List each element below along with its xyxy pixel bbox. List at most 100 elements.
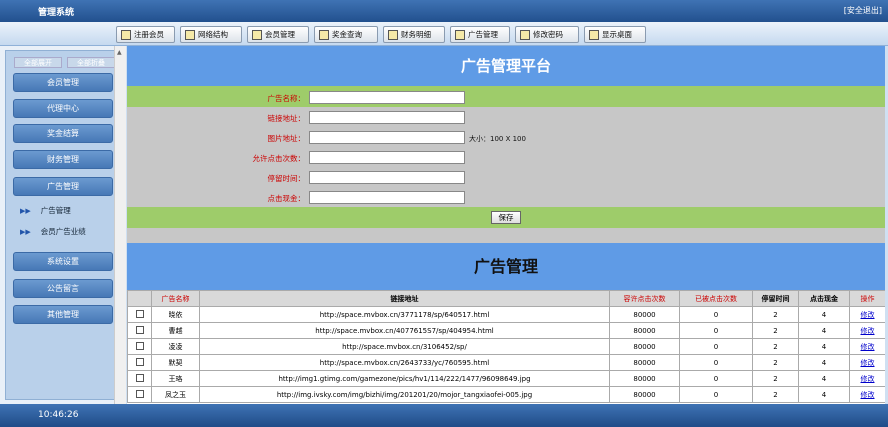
- main-panel: 广告管理平台 广告名称： 链接地址： 图片地址： 大小：100 X 100 允许…: [127, 46, 885, 404]
- sidebar-item-other[interactable]: 其他管理: [13, 305, 113, 324]
- cell-allowed: 80000: [609, 306, 680, 323]
- double-arrow-icon: ▶▶: [20, 228, 31, 236]
- bonus-query-button[interactable]: 奖金查询: [314, 26, 378, 43]
- edit-link[interactable]: 修改: [861, 391, 875, 399]
- ad-icon: [455, 29, 465, 40]
- cell-clicked: 0: [679, 354, 753, 371]
- logout-link[interactable]: [安全退出]: [844, 5, 882, 16]
- column-header-allowed: 容许点击次数: [609, 290, 680, 307]
- cell-cash: 4: [798, 354, 850, 371]
- ad-name-input[interactable]: [309, 91, 465, 104]
- cell-cash: 4: [798, 370, 850, 387]
- cell-cash: 4: [798, 322, 850, 339]
- cell-stay: 2: [752, 354, 799, 371]
- app-title: 管理系统: [38, 8, 75, 18]
- column-header-action: 操作: [849, 290, 885, 307]
- edit-link[interactable]: 修改: [861, 343, 875, 351]
- member-icon: [252, 29, 262, 40]
- cell-allowed: 80000: [609, 370, 680, 387]
- cell-clicked: 0: [679, 322, 753, 339]
- form-spacer: [127, 228, 885, 243]
- row-checkbox[interactable]: [135, 357, 144, 366]
- change-password-button[interactable]: 修改密码: [515, 26, 579, 43]
- cell-clicked: 0: [679, 386, 753, 403]
- cell-name: 默契: [151, 354, 200, 371]
- edit-link[interactable]: 修改: [861, 359, 875, 367]
- sidebar-item-ad[interactable]: 广告管理: [13, 177, 113, 196]
- sidebar-panel: 全部展开 全部折叠 会员管理 代理中心 奖金结算 财务管理 广告管理 ▶▶ 广告管…: [5, 50, 117, 400]
- image-url-input[interactable]: [309, 131, 465, 144]
- image-size-note: 大小：100 X 100: [469, 135, 526, 143]
- click-cash-input[interactable]: [309, 191, 465, 204]
- cell-url: http://space.mvbox.cn/3771178/sp/640517.…: [199, 306, 610, 323]
- table-row: 凌凌 http://space.mvbox.cn/3106452/sp/ 800…: [127, 338, 885, 355]
- cell-url: http://img1.gtimg.com/gamezone/pics/hv1/…: [199, 370, 610, 387]
- image-url-label: 图片地址：: [267, 134, 306, 143]
- table-header-row: 广告名称 链接地址 容许点击次数 已被点击次数 停留时间 点击现金 操作: [127, 290, 885, 307]
- desktop-icon: [589, 29, 599, 40]
- cell-name: 晓依: [151, 306, 200, 323]
- cell-stay: 2: [752, 306, 799, 323]
- cell-allowed: 80000: [609, 354, 680, 371]
- cell-stay: 2: [752, 386, 799, 403]
- table-row: 凤之玉 http://img.ivsky.com/img/bizhi/img/2…: [127, 386, 885, 403]
- finance-icon: [388, 29, 398, 40]
- network-icon: [185, 29, 195, 40]
- expand-all-button[interactable]: 全部展开: [14, 57, 62, 68]
- column-header-url: 链接地址: [199, 290, 610, 307]
- sidebar-item-member[interactable]: 会员管理: [13, 73, 113, 92]
- cell-cash: 4: [798, 306, 850, 323]
- row-checkbox[interactable]: [135, 325, 144, 334]
- sidebar-sub-ad-management[interactable]: ▶▶ 广告管理: [20, 205, 71, 216]
- finance-detail-button[interactable]: 财务明细: [383, 26, 445, 43]
- stay-time-input[interactable]: [309, 171, 465, 184]
- sidebar-sub-member-ad-performance[interactable]: ▶▶ 会员广告业绩: [20, 226, 86, 237]
- cell-allowed: 80000: [609, 386, 680, 403]
- sidebar-scrollbar[interactable]: ▲: [114, 46, 126, 404]
- cell-url: http://img.ivsky.com/img/bizhi/img/20120…: [199, 386, 610, 403]
- ad-management-button[interactable]: 广告管理: [450, 26, 510, 43]
- column-header-stay: 停留时间: [752, 290, 799, 307]
- edit-link[interactable]: 修改: [861, 311, 875, 319]
- column-header-clicked: 已被点击次数: [679, 290, 753, 307]
- cell-name: 凤之玉: [151, 386, 200, 403]
- column-header-name: 广告名称: [151, 290, 200, 307]
- sidebar-item-finance[interactable]: 财务管理: [13, 150, 113, 169]
- sidebar-item-agent[interactable]: 代理中心: [13, 99, 113, 118]
- show-desktop-button[interactable]: 显示桌面: [584, 26, 646, 43]
- register-member-button[interactable]: 注册会员: [116, 26, 175, 43]
- table-row: 曹越 http://space.mvbox.cn/4077615S7/sp/40…: [127, 322, 885, 339]
- cell-stay: 2: [752, 370, 799, 387]
- row-checkbox[interactable]: [135, 309, 144, 318]
- cell-cash: 4: [798, 338, 850, 355]
- scroll-up-icon[interactable]: ▲: [117, 49, 122, 56]
- edit-link[interactable]: 修改: [861, 327, 875, 335]
- edit-link[interactable]: 修改: [861, 375, 875, 383]
- table-row: 晓依 http://space.mvbox.cn/3771178/sp/6405…: [127, 306, 885, 323]
- row-checkbox[interactable]: [135, 341, 144, 350]
- link-url-input[interactable]: [309, 111, 465, 124]
- toolbar: 注册会员 网络结构 会员管理 奖金查询 财务明细 广告管理 修改密码 显示桌面: [0, 22, 888, 46]
- cell-clicked: 0: [679, 306, 753, 323]
- sidebar-item-notice[interactable]: 公告留言: [13, 279, 113, 298]
- click-cash-label: 点击现金：: [267, 194, 306, 203]
- key-icon: [520, 29, 530, 40]
- list-header: 广告管理: [127, 243, 885, 290]
- row-checkbox[interactable]: [135, 373, 144, 382]
- cell-name: 曹越: [151, 322, 200, 339]
- cell-name: 王珞: [151, 370, 200, 387]
- cell-url: http://space.mvbox.cn/2643733/yc/760595.…: [199, 354, 610, 371]
- network-structure-button[interactable]: 网络结构: [180, 26, 242, 43]
- save-button[interactable]: 保存: [491, 211, 521, 224]
- select-column-header: [127, 290, 152, 307]
- member-management-button[interactable]: 会员管理: [247, 26, 309, 43]
- allowed-clicks-input[interactable]: [309, 151, 465, 164]
- sidebar-item-bonus[interactable]: 奖金结算: [13, 124, 113, 143]
- sidebar-item-system[interactable]: 系统设置: [13, 252, 113, 271]
- form-header: 广告管理平台: [127, 46, 885, 86]
- stay-time-label: 停留时间：: [267, 174, 306, 183]
- row-checkbox[interactable]: [135, 389, 144, 398]
- collapse-all-button[interactable]: 全部折叠: [67, 57, 115, 68]
- allowed-clicks-label: 允许点击次数：: [252, 154, 306, 163]
- cell-allowed: 80000: [609, 338, 680, 355]
